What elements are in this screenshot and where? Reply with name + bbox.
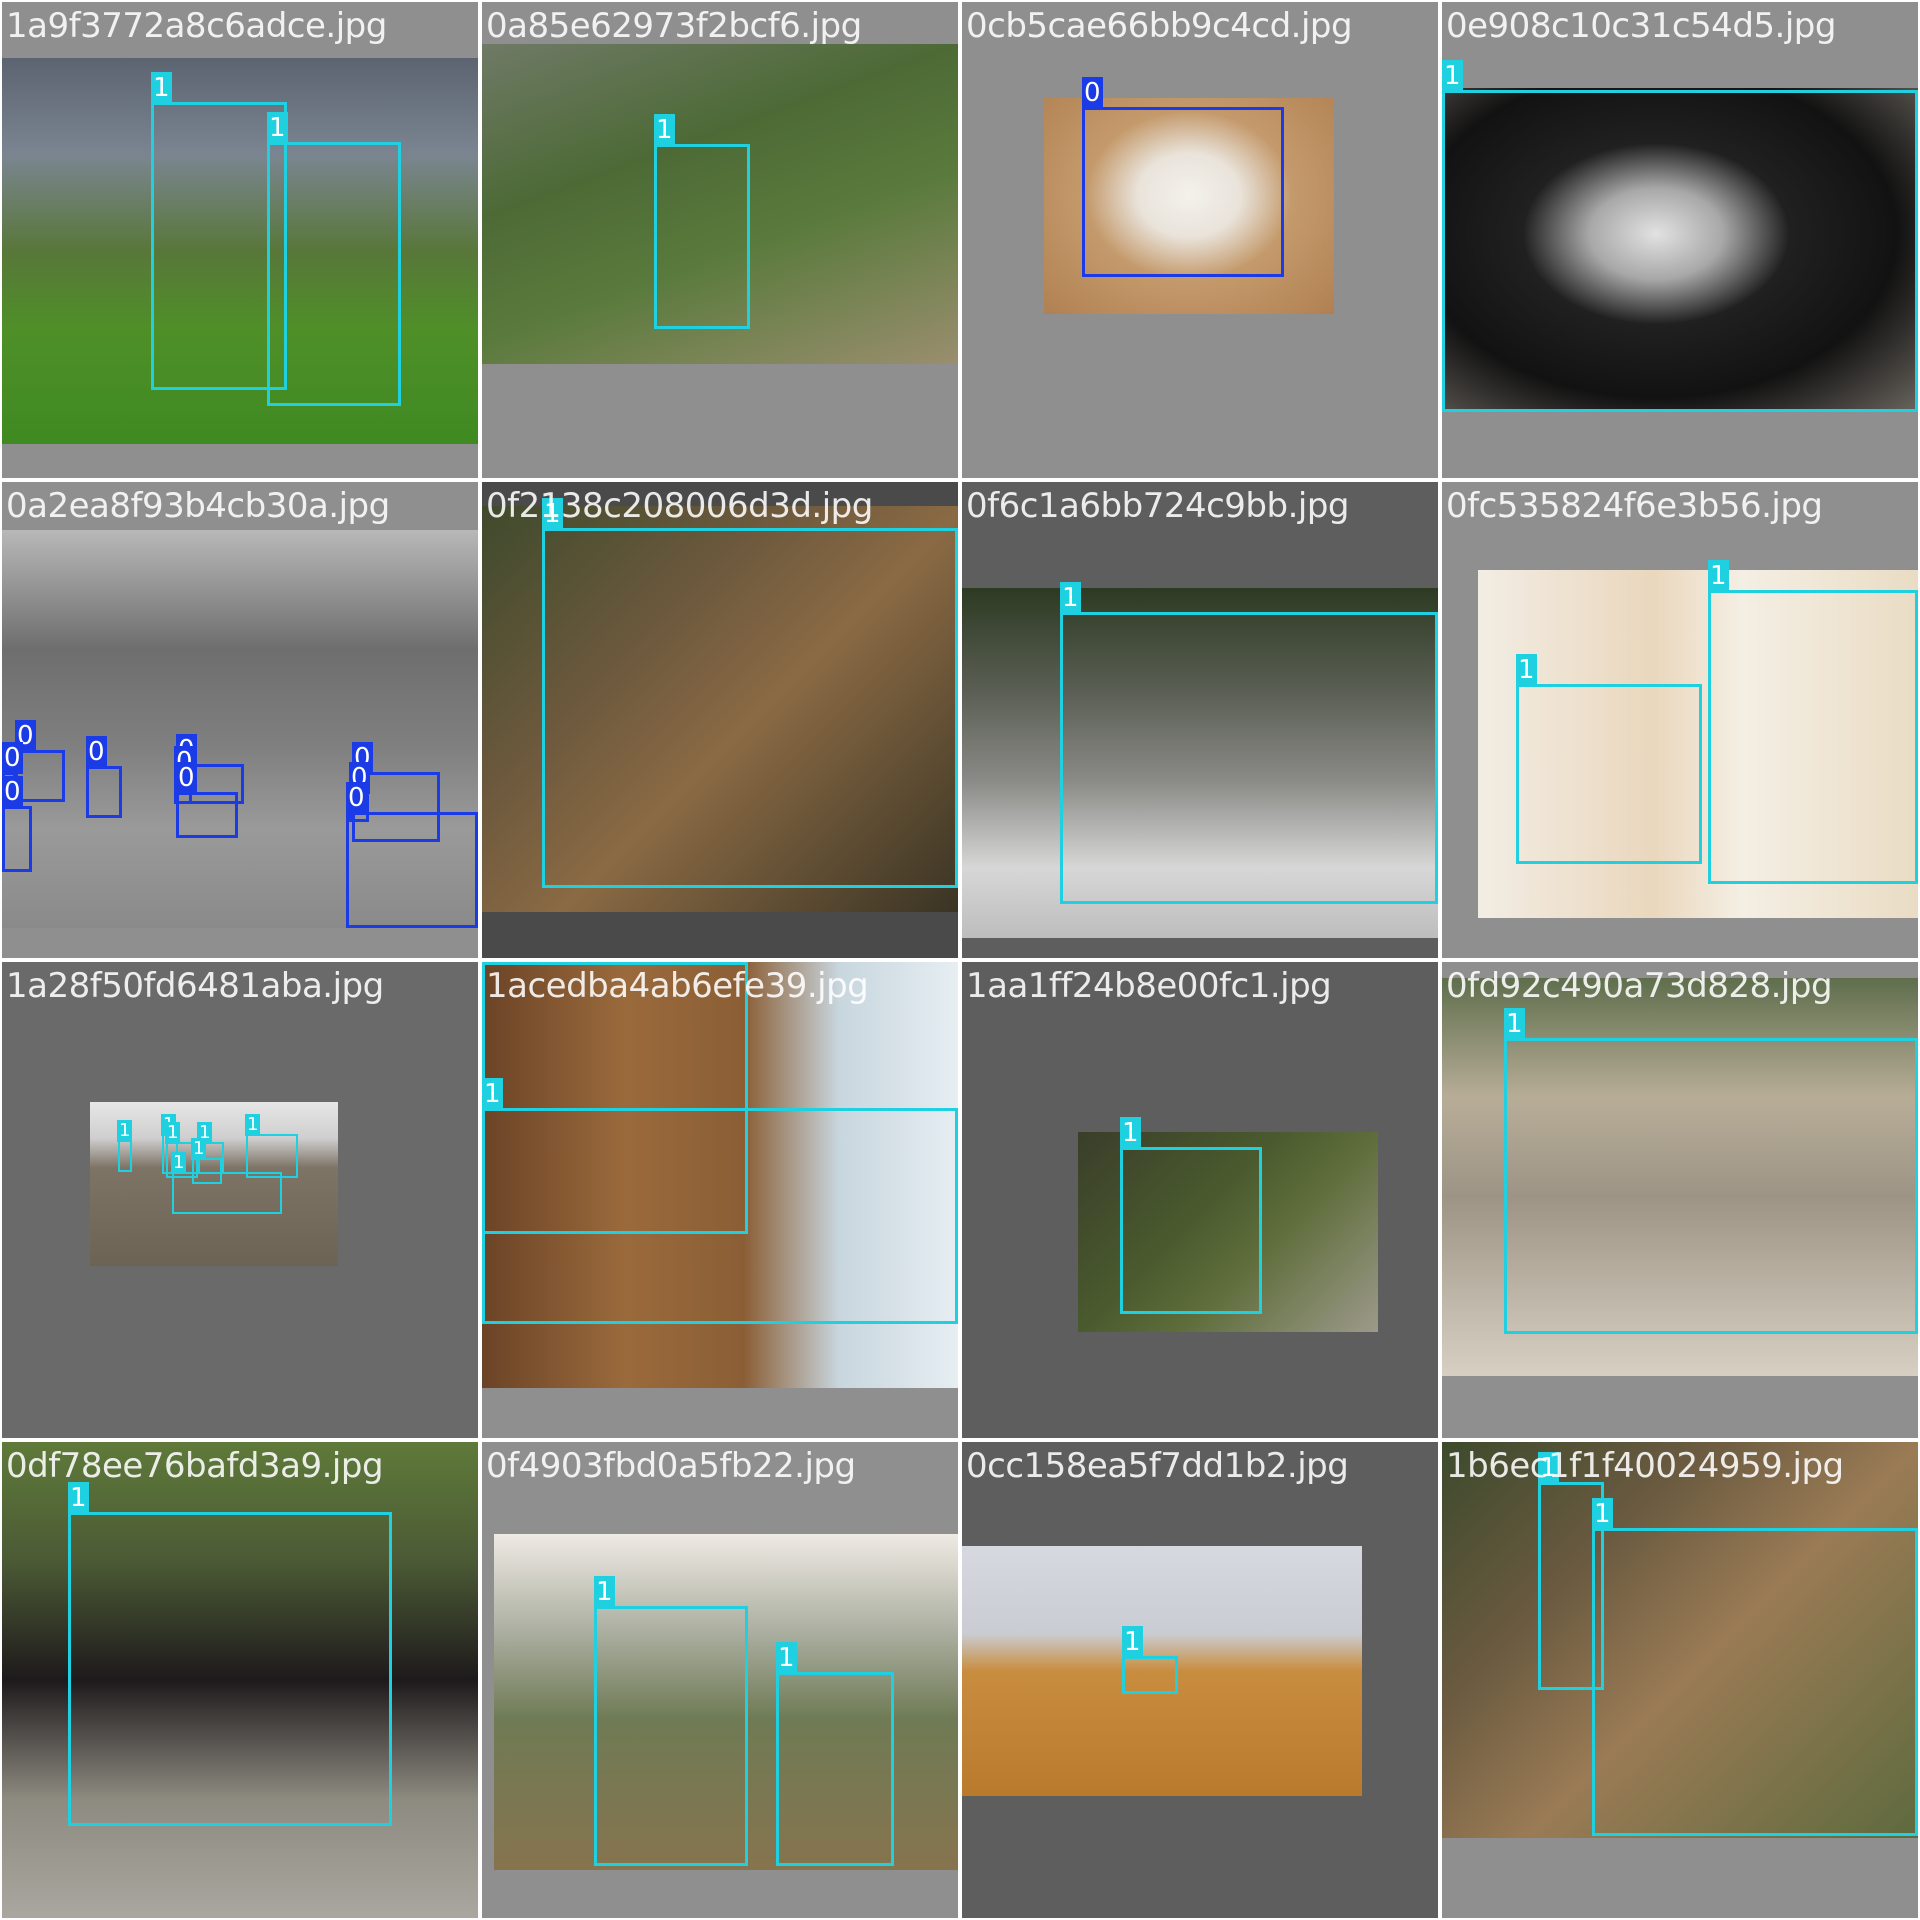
image-tile: 1 1 0fc535824f6e3b56.jpg [1442,482,1918,958]
image-tile: 1 1 0f4903fbd0a5fb22.jpg [482,1442,958,1918]
image-tile: 1 0fd92c490a73d828.jpg [1442,962,1918,1438]
detection-box: 0 [1082,77,1284,277]
class-label: 1 [1708,560,1729,592]
image-tile: 0 0cb5cae66bb9c4cd.jpg [962,2,1438,478]
image-tile: 1 1 1acedba4ab6efe39.jpg [482,962,958,1438]
filename-label: 0f6c1a6bb724c9bb.jpg [966,486,1350,526]
detection-box: 1 [1120,1117,1262,1314]
image-tile: 1 0f6c1a6bb724c9bb.jpg [962,482,1438,958]
detection-box: 1 [482,1078,958,1324]
filename-label: 1acedba4ab6efe39.jpg [486,966,869,1006]
image-tile: 1 1 1a9f3772a8c6adce.jpg [2,2,478,478]
class-label: 1 [165,1122,181,1144]
filename-label: 0cb5cae66bb9c4cd.jpg [966,6,1353,46]
detection-box: 1 [1122,1626,1178,1694]
filename-label: 0fc535824f6e3b56.jpg [1446,486,1823,526]
detection-box: 1 [171,1152,282,1214]
filename-label: 1aa1ff24b8e00fc1.jpg [966,966,1332,1006]
filename-label: 0cc158ea5f7dd1b2.jpg [966,1446,1349,1486]
detection-box: 0 [176,762,238,838]
filename-label: 0f2138c208006d3d.jpg [486,486,873,526]
class-label: 0 [86,736,107,768]
detection-box: 1 [1708,560,1918,884]
filename-label: 0a85e62973f2bcf6.jpg [486,6,862,46]
image-tile: 1 1 1b6ec1f1f40024959.jpg [1442,1442,1918,1918]
filename-label: 0fd92c490a73d828.jpg [1446,966,1833,1006]
class-label: 0 [1082,77,1103,109]
class-label: 1 [191,1138,207,1160]
class-label: 1 [1592,1498,1613,1530]
class-label: 1 [171,1152,187,1174]
class-label: 1 [1504,1008,1525,1040]
detection-box: 1 [542,498,958,888]
detection-box: 1 [1504,1008,1918,1334]
class-label: 0 [346,782,367,814]
image-tile: 1 0cc158ea5f7dd1b2.jpg [962,1442,1438,1918]
class-label: 1 [68,1482,89,1514]
detection-box: 1 [191,1138,222,1184]
filename-label: 0a2ea8f93b4cb30a.jpg [6,486,390,526]
class-label: 1 [594,1576,615,1608]
class-label: 0 [176,762,197,794]
class-label: 1 [482,962,503,964]
detection-box: 1 [68,1482,392,1826]
detection-box: 0 [2,776,32,872]
filename-label: 0f4903fbd0a5fb22.jpg [486,1446,856,1486]
class-label: 1 [1442,60,1463,92]
filename-label: 1a9f3772a8c6adce.jpg [6,6,387,46]
filename-label: 1a28f50fd6481aba.jpg [6,966,384,1006]
class-label: 1 [1516,654,1537,686]
image-tile: 1 0f2138c208006d3d.jpg [482,482,958,958]
detection-box: 1 [1060,582,1438,904]
detection-box: 1 [117,1120,133,1172]
class-label: 0 [2,742,23,774]
class-label: 1 [245,1114,261,1136]
detection-box: 1 [1592,1498,1918,1836]
image-tile: 1 1aa1ff24b8e00fc1.jpg [962,962,1438,1438]
detection-box: 1 [776,1642,894,1866]
detection-box: 1 [594,1576,748,1866]
class-label: 1 [482,1078,503,1110]
image-tile: 00000000000a2ea8f93b4cb30a.jpg [2,482,478,958]
class-label: 1 [776,1642,797,1674]
class-label: 1 [117,1120,133,1142]
class-label: 1 [151,72,172,104]
detection-box: 0 [86,736,122,818]
detection-box: 1 [267,112,401,406]
image-tile: 1 0e908c10c31c54d5.jpg [1442,2,1918,478]
filename-label: 1b6ec1f1f40024959.jpg [1446,1446,1844,1486]
detection-box: 1 [1442,60,1918,412]
class-label: 1 [1120,1117,1141,1149]
mosaic-grid: 1 1 1a9f3772a8c6adce.jpg 1 0a85e62973f2bcf6.… [0,0,1920,1920]
image-tile: 1 0df78ee76bafd3a9.jpg [2,1442,478,1918]
filename-label: 0e908c10c31c54d5.jpg [1446,6,1836,46]
detection-box: 1 [654,114,750,329]
class-label: 1 [1122,1626,1143,1658]
image-tile: 1 0a85e62973f2bcf6.jpg [482,2,958,478]
detection-box: 1 [1516,654,1702,864]
class-label: 0 [2,776,23,808]
class-label: 1 [654,114,675,146]
image-tile: 11111111a28f50fd6481aba.jpg [2,962,478,1438]
class-label: 1 [1060,582,1081,614]
class-label: 1 [267,112,288,144]
filename-label: 0df78ee76bafd3a9.jpg [6,1446,384,1486]
detection-box: 0 [346,782,478,928]
